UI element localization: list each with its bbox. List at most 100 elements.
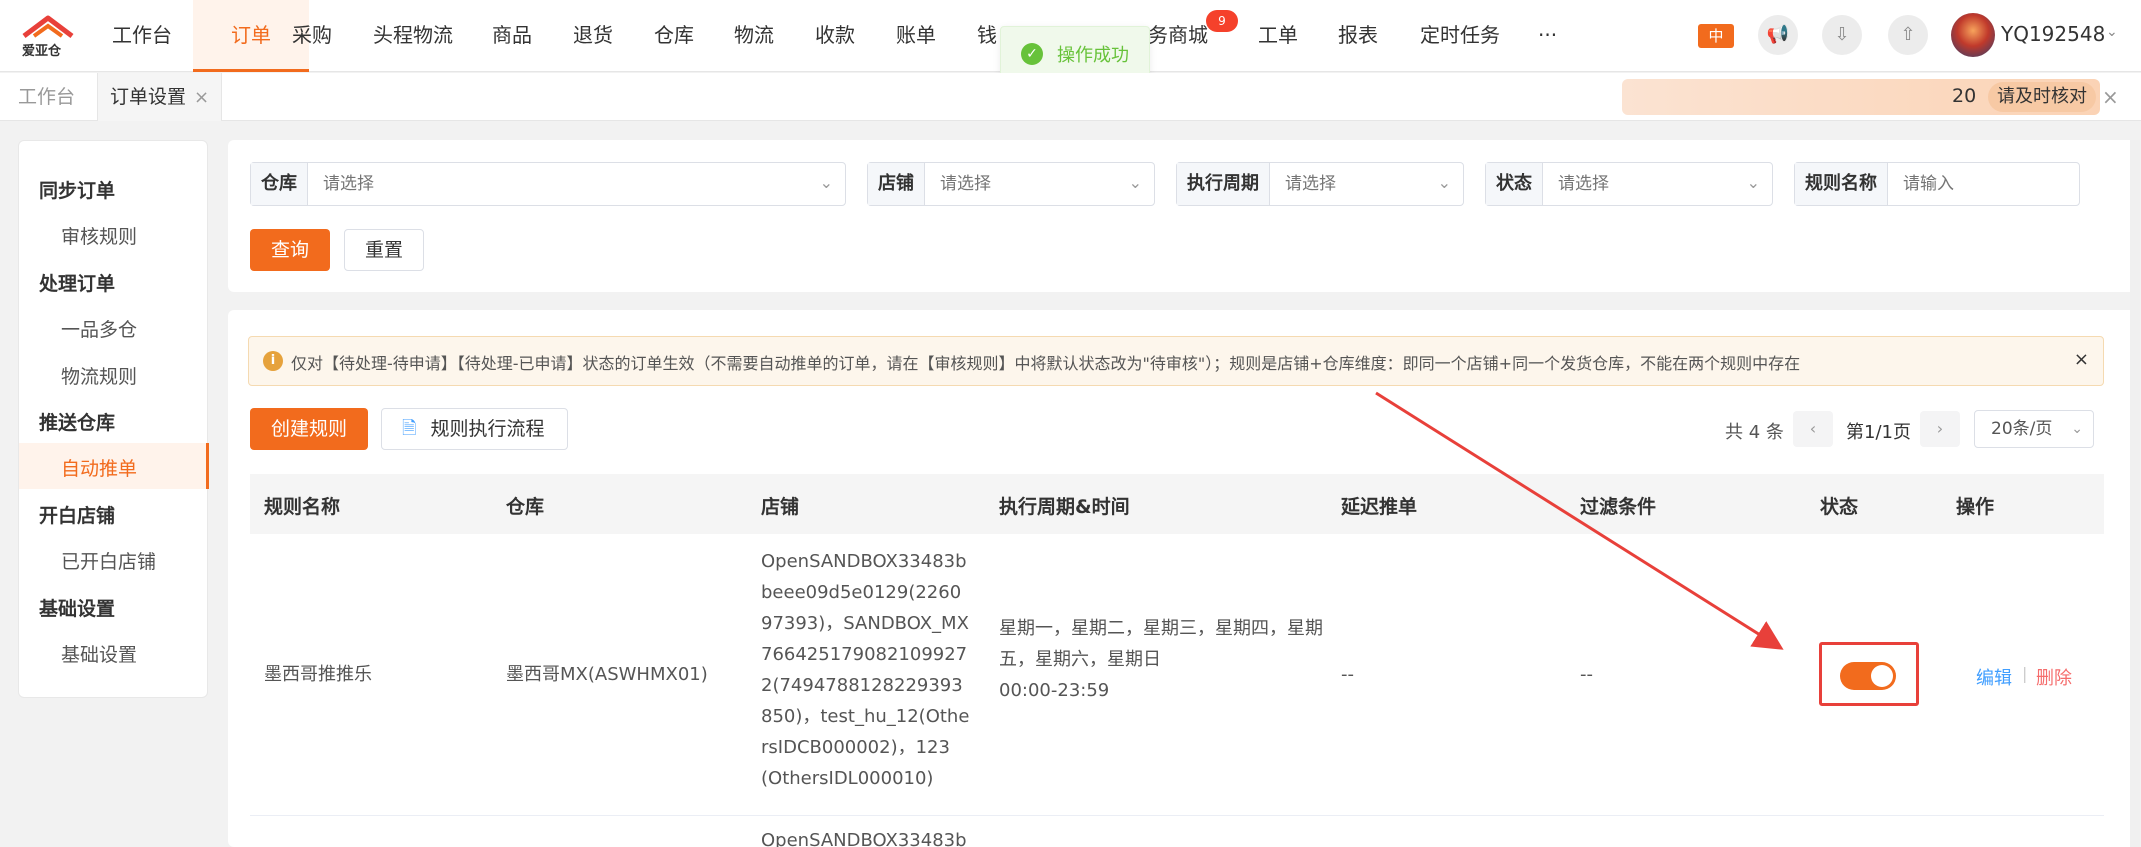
sidebar-group-whitelist-shops: 开白店铺 [39,505,116,527]
sidebar-group-process-orders: 处理订单 [39,273,116,295]
rule-name-input[interactable] [1903,163,2073,205]
pending-notice: 20 请及时核对 [1622,79,2100,115]
notice-check-button[interactable]: 请及时核对 [1988,82,2096,112]
shop-select[interactable]: 店铺 ⌄ [867,162,1155,206]
warehouse-cell: 墨西哥MX(ASWHMX01) [506,664,708,685]
nav-item-workbench[interactable]: 工作台 [112,0,172,72]
pager-current-page: 第1/1页 [1846,422,1911,443]
schedule-days-cell: 星期一，星期二，星期三，星期四，星期五，星期六，星期日 [999,618,1323,670]
shop-cell: OpenSANDBOX33483b [761,830,967,847]
table-row: OpenSANDBOX33483b [250,817,2104,847]
schedule-time-cell: 00:00-23:59 [999,680,1110,701]
nav-item-warehouse[interactable]: 仓库 [654,0,694,72]
upload-icon[interactable]: ⇧ [1888,15,1928,55]
sidebar-item-auto-push[interactable]: 自动推单 [61,454,137,481]
sidebar-group-sync-orders: 同步订单 [39,180,116,202]
tab-workbench[interactable]: 工作台 [18,73,75,121]
nav-item-logistics[interactable]: 物流 [734,0,774,72]
shop-label: 店铺 [868,163,925,205]
document-icon: 🗎 [402,418,417,439]
check-circle-icon: ✓ [1021,43,1043,65]
warehouse-label: 仓库 [251,163,308,205]
sidebar-item-whitelisted-shops[interactable]: 已开白店铺 [61,547,156,574]
status-select[interactable]: 状态 ⌄ [1485,162,1773,206]
close-icon[interactable]: × [2102,85,2119,109]
prev-page-button[interactable]: ‹ [1793,411,1833,447]
delay-cell: -- [1341,664,1354,685]
page-tab-bar: 工作台 订单设置 × 20 请及时核对 × [0,73,2141,121]
rule-name-field[interactable]: 规则名称 [1794,162,2080,206]
chevron-right-icon: › [1936,419,1944,438]
next-page-button[interactable]: › [1920,411,1960,447]
nav-item-purchase[interactable]: 采购 [292,0,332,72]
edit-link[interactable]: 编辑 [1976,664,2012,690]
notification-badge: 9 [1206,10,1238,32]
chevron-down-icon: ⌄ [2071,421,2083,437]
toast-message: 操作成功 [1057,45,1129,66]
table-header: 规则名称 仓库 店铺 执行周期&时间 延迟推单 过滤条件 状态 操作 [250,474,2104,534]
chevron-down-icon: ⌄ [1437,173,1451,192]
sidebar-item-review-rules[interactable]: 审核规则 [61,222,137,249]
status-label: 状态 [1486,163,1543,205]
schedule-select-input[interactable] [1285,163,1435,205]
column-header: 店铺 [761,496,800,518]
nav-more-button[interactable]: ··· [1538,0,1557,72]
rule-flow-label: 规则执行流程 [430,418,545,440]
avatar[interactable] [1951,13,1995,57]
chevron-down-icon: ⌄ [819,173,833,192]
nav-item-products[interactable]: 商品 [492,0,532,72]
nav-item-wallet[interactable]: 钱 [977,0,997,72]
chevron-down-icon: ⌄ [1746,173,1760,192]
language-switch-button[interactable]: 中 [1698,24,1734,48]
rule-flow-button[interactable]: 🗎 规则执行流程 [381,408,568,450]
nav-item-first-leg-logistics[interactable]: 头程物流 [373,0,453,72]
chevron-down-icon: ⌄ [1128,173,1142,192]
warehouse-select[interactable]: 仓库 ⌄ [250,162,846,206]
nav-item-reports[interactable]: 报表 [1338,0,1378,72]
page-size-value: 20条/页 [1991,419,2053,439]
tab-order-settings[interactable]: 订单设置 × [97,73,223,121]
column-header: 仓库 [506,496,545,518]
status-toggle-switch[interactable] [1840,662,1896,690]
sidebar-item-multi-warehouse[interactable]: 一品多仓 [61,315,137,342]
pager-total: 共 4 条 [1725,422,1784,443]
status-select-input[interactable] [1558,163,1738,205]
nav-item-scheduled-tasks[interactable]: 定时任务 [1420,0,1500,72]
close-icon[interactable]: × [194,87,209,108]
warehouse-select-input[interactable] [323,163,803,205]
megaphone-icon[interactable]: 📢 [1758,15,1798,55]
scrollbar[interactable] [2130,140,2140,847]
rule-name-cell: 墨西哥推推乐 [264,664,372,685]
reset-button[interactable]: 重置 [344,229,424,271]
delete-link[interactable]: 删除 [2036,664,2072,690]
schedule-select[interactable]: 执行周期 ⌄ [1176,162,1464,206]
chevron-down-icon[interactable]: ⌄ [2106,24,2118,40]
shop-cell: OpenSANDBOX33483bbeee09d5e0129(226097393… [761,551,970,789]
shop-select-input[interactable] [940,163,1120,205]
username[interactable]: YQ192548 [2001,22,2105,46]
query-button[interactable]: 查询 [250,229,330,271]
logo-text: 爱亚仓 [22,44,62,59]
table-row: 墨西哥推推乐 墨西哥MX(ASWHMX01) OpenSANDBOX33483b… [250,534,2104,816]
column-header: 执行周期&时间 [999,496,1130,518]
close-icon[interactable]: × [2074,349,2089,370]
download-icon[interactable]: ⇩ [1822,15,1862,55]
rule-name-label: 规则名称 [1795,163,1888,205]
info-alert: i 仅对【待处理-待申请】【待处理-已申请】状态的订单生效（不需要自动推单的订单… [248,336,2104,386]
sidebar-group-basic-settings: 基础设置 [39,598,116,620]
chevron-left-icon: ‹ [1809,419,1817,438]
create-rule-button[interactable]: 创建规则 [250,408,368,450]
page-size-select[interactable]: 20条/页 ⌄ [1974,410,2094,448]
filter-panel: 仓库 ⌄ 店铺 ⌄ 执行周期 ⌄ 状态 ⌄ 规则名称 查询 重置 [228,140,2140,292]
nav-item-tickets[interactable]: 工单 [1258,0,1298,72]
schedule-label: 执行周期 [1177,163,1270,205]
column-header: 操作 [1956,496,1995,518]
alert-message: 仅对【待处理-待申请】【待处理-已申请】状态的订单生效（不需要自动推单的订单，请… [291,354,1801,373]
nav-item-payments[interactable]: 收款 [815,0,855,72]
nav-item-returns[interactable]: 退货 [573,0,613,72]
nav-item-bills[interactable]: 账单 [896,0,936,72]
sidebar-item-logistics-rules[interactable]: 物流规则 [61,362,137,389]
nav-item-service-mall[interactable]: 务商城 [1148,0,1208,72]
sidebar-group-push-warehouse: 推送仓库 [39,412,116,434]
sidebar-item-basic-settings[interactable]: 基础设置 [61,640,137,667]
